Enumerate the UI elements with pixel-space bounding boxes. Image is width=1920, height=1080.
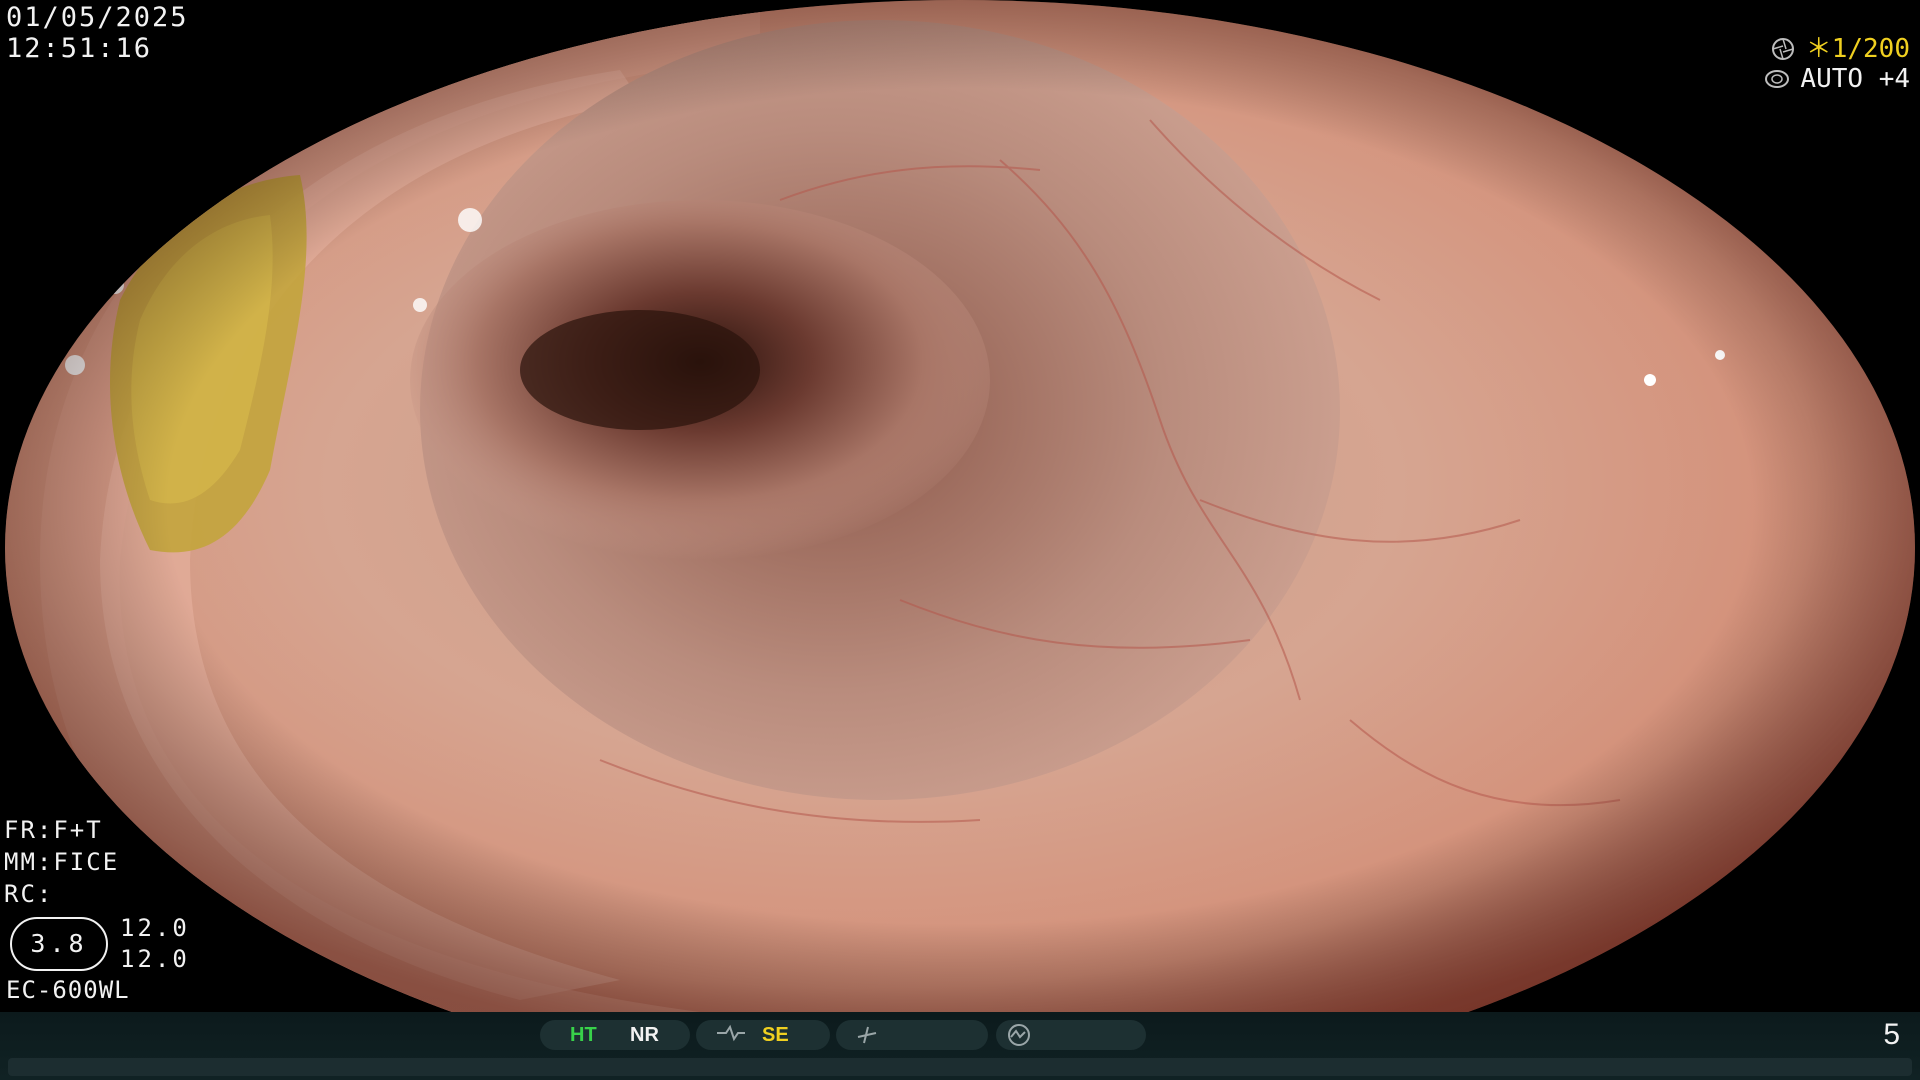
shutter-icon <box>1771 38 1794 60</box>
se-label: SE <box>762 1024 789 1046</box>
contour-icon <box>717 1024 745 1042</box>
iris-row: AUTO +4 <box>1740 64 1910 94</box>
setting-value-b: 12.0 <box>120 945 190 973</box>
exposure-panel: ＊1/200 AUTO +4 <box>1740 34 1910 94</box>
iris-mode: AUTO +4 <box>1800 64 1910 94</box>
endoscopic-image <box>5 0 1915 1012</box>
endoscope-screen: 01/05/2025 12:51:16 ＊1/200 AUTO +4 FR:F+… <box>0 0 1920 1080</box>
slash-icon <box>857 1026 877 1044</box>
frame-mode: FR:F+T <box>4 816 103 844</box>
ht-nr-indicator: HT NR <box>540 1020 690 1050</box>
ht-label: HT <box>570 1024 597 1046</box>
date-readout: 01/05/2025 <box>6 2 189 33</box>
color-indicator <box>996 1020 1146 1050</box>
structure-enhance-indicator: SE <box>696 1020 830 1050</box>
magnification-badge: 3.8 <box>10 917 108 971</box>
time-readout: 12:51:16 <box>6 33 153 64</box>
shutter-row: ＊1/200 <box>1740 34 1910 64</box>
status-bar: HT NR SE <box>0 1012 1920 1080</box>
rc-label: RC: <box>4 880 54 908</box>
wave-icon <box>1008 1024 1030 1046</box>
nr-label: NR <box>630 1024 659 1046</box>
image-mode: MM:FICE <box>4 848 120 876</box>
freeze-indicator <box>836 1020 988 1050</box>
setting-value-a: 12.0 <box>120 914 190 942</box>
scope-model: EC-600WL <box>6 976 130 1004</box>
shutter-speed: ＊1/200 <box>1805 34 1910 64</box>
page-number: 5 <box>1883 1018 1900 1051</box>
status-bar-track <box>8 1058 1912 1076</box>
iris-icon <box>1765 70 1790 88</box>
